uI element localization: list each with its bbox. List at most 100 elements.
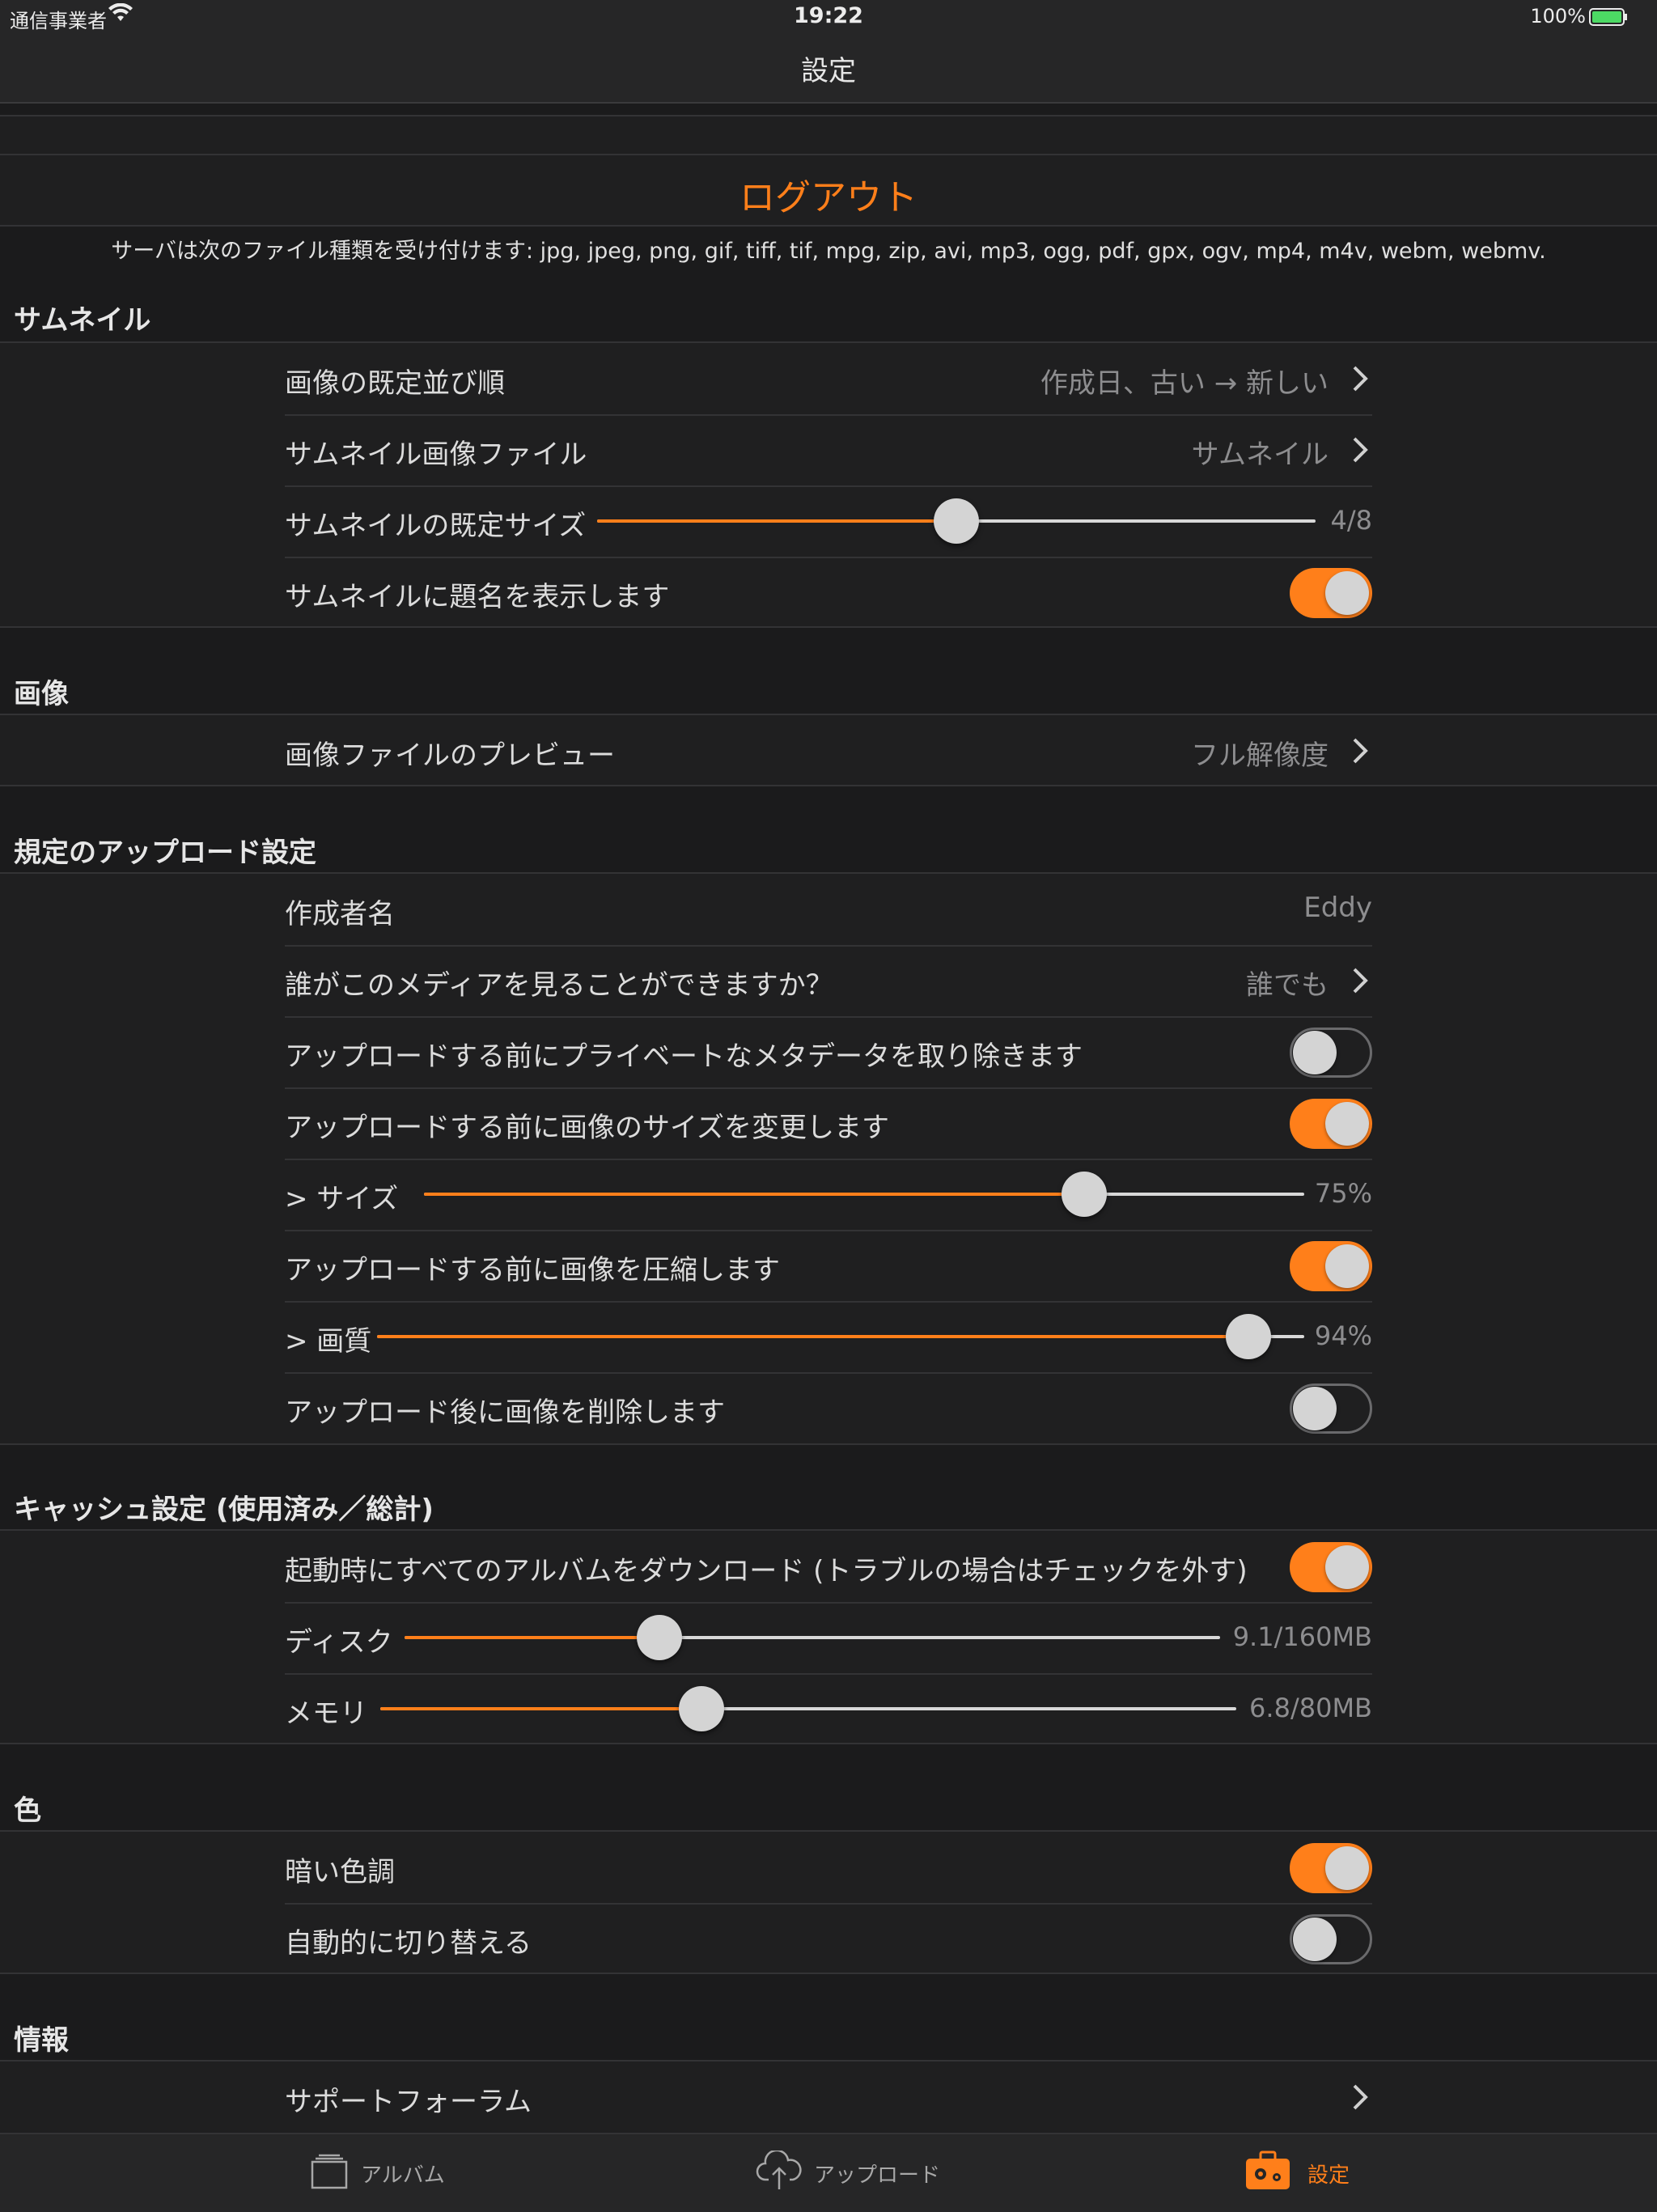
show-title-label: サムネイルに題名を表示します [285, 581, 670, 613]
chevron-right-icon [1353, 366, 1368, 392]
delete-after-upload-toggle[interactable] [1290, 1384, 1372, 1434]
tab-albums[interactable]: アルバム [311, 2134, 445, 2212]
author-row[interactable]: 作成者名 Eddy [285, 874, 1372, 947]
slider-fill [380, 1707, 701, 1710]
image-preview-row[interactable]: 画像ファイルのプレビュー フル解像度 [285, 715, 1372, 786]
page-title: 設定 [801, 55, 856, 87]
battery-percent: 100% [1530, 5, 1586, 28]
quality-value: 94% [1314, 1320, 1372, 1351]
strip-metadata-toggle[interactable] [1290, 1028, 1372, 1078]
tab-upload-label: アップロード [814, 2163, 941, 2188]
download-all-toggle[interactable] [1290, 1542, 1372, 1592]
albums-icon [311, 2154, 348, 2189]
default-sort-label: 画像の既定並び順 [285, 367, 505, 400]
image-preview-label: 画像ファイルのプレビュー [285, 739, 615, 772]
auto-switch-label: 自動的に切り替える [285, 1927, 532, 1960]
dark-mode-label: 暗い色調 [285, 1856, 395, 1888]
thumbnail-size-slider[interactable] [597, 498, 1316, 544]
logout-button[interactable]: ログアウト [0, 168, 1657, 220]
slider-knob[interactable] [678, 1686, 724, 1731]
memory-cache-row: メモリ 6.8/80MB [285, 1673, 1372, 1744]
auto-switch-row: 自動的に切り替える [285, 1903, 1372, 1974]
toggle-knob [1293, 1031, 1337, 1074]
tab-settings[interactable]: 設定 [1244, 2134, 1358, 2212]
support-forum-row[interactable]: サポートフォーラム [285, 2062, 1372, 2133]
memory-cache-value: 6.8/80MB [1249, 1693, 1372, 1723]
resize-row: アップロードする前に画像のサイズを変更します [285, 1087, 1372, 1160]
disk-cache-label: ディスク [285, 1626, 393, 1659]
status-bar: 通信事業者 19:22 100% [0, 0, 1657, 32]
cache-group: 起動時にすべてのアルバムをダウンロード (トラブルの場合はチェックを外す) ディ… [0, 1529, 1657, 1744]
toggle-knob [1325, 1545, 1369, 1589]
delete-after-upload-label: アップロード後に画像を削除します [285, 1396, 725, 1429]
dark-mode-toggle[interactable] [1290, 1843, 1372, 1893]
disk-cache-slider[interactable] [405, 1615, 1220, 1660]
privacy-label: 誰がこのメディアを見ることができますか？ [285, 969, 833, 1002]
color-group: 暗い色調 自動的に切り替える [0, 1830, 1657, 1974]
compress-row: アップロードする前に画像を圧縮します [285, 1230, 1372, 1303]
slider-fill [424, 1193, 1084, 1196]
slider-fill [597, 519, 956, 523]
default-sort-row[interactable]: 画像の既定並び順 作成日、古い → 新しい [285, 343, 1372, 416]
top-spacer-row [0, 115, 1657, 155]
tab-bar: アルバム アップロード 設定 [0, 2133, 1657, 2212]
privacy-row[interactable]: 誰がこのメディアを見ることができますか？ 誰でも [285, 945, 1372, 1018]
image-preview-value: フル解像度 [1191, 739, 1329, 772]
toggle-knob [1325, 1846, 1369, 1890]
download-all-row: 起動時にすべてのアルバムをダウンロード (トラブルの場合はチェックを外す) [285, 1531, 1372, 1604]
upload-size-slider[interactable] [424, 1172, 1304, 1217]
section-header-thumbnails: サムネイル [14, 304, 151, 337]
slider-knob[interactable] [1226, 1314, 1272, 1359]
slider-knob[interactable] [934, 498, 979, 544]
battery-icon [1589, 8, 1629, 29]
section-header-images: 画像 [14, 678, 69, 710]
compress-toggle[interactable] [1290, 1241, 1372, 1291]
auto-switch-toggle[interactable] [1290, 1914, 1372, 1964]
toggle-knob [1293, 1917, 1337, 1961]
slider-fill [405, 1636, 659, 1639]
toggle-knob [1325, 1244, 1369, 1288]
toggle-knob [1325, 1102, 1369, 1146]
disk-cache-value: 9.1/160MB [1232, 1621, 1372, 1652]
show-title-toggle[interactable] [1290, 568, 1372, 618]
section-header-color: 色 [14, 1795, 41, 1827]
slider-knob[interactable] [637, 1615, 682, 1660]
slider-fill [377, 1335, 1249, 1338]
cloud-upload-icon [756, 2151, 802, 2189]
tab-upload[interactable]: アップロード [756, 2134, 940, 2212]
images-group: 画像ファイルのプレビュー フル解像度 [0, 714, 1657, 786]
section-header-info: 情報 [14, 2024, 69, 2057]
settings-toolbox-icon [1246, 2151, 1290, 2189]
privacy-value: 誰でも [1246, 969, 1329, 1002]
quality-slider[interactable] [377, 1314, 1304, 1359]
thumbnail-size-label: サムネイルの既定サイズ [285, 510, 587, 542]
thumbnail-file-row[interactable]: サムネイル画像ファイル サムネイル [285, 414, 1372, 487]
download-all-label: 起動時にすべてのアルバムをダウンロード (トラブルの場合はチェックを外す) [285, 1555, 1248, 1587]
thumbnail-file-value: サムネイル [1191, 439, 1329, 471]
navigation-bar: 設定 [0, 32, 1657, 104]
quality-row: > 画質 94% [285, 1301, 1372, 1374]
section-header-upload: 規定のアップロード設定 [14, 837, 316, 869]
show-title-row: サムネイルに題名を表示します [285, 557, 1372, 628]
upload-size-label: > サイズ [285, 1183, 399, 1215]
author-label: 作成者名 [285, 898, 395, 930]
author-value[interactable]: Eddy [1303, 892, 1372, 924]
section-header-cache: キャッシュ設定 (使用済み／総計) [14, 1494, 434, 1526]
memory-cache-slider[interactable] [380, 1686, 1236, 1731]
upload-size-row: > サイズ 75% [285, 1159, 1372, 1231]
memory-cache-label: メモリ [285, 1697, 367, 1730]
tab-settings-label: 設定 [1307, 2163, 1350, 2188]
clock: 19:22 [794, 3, 863, 28]
compress-label: アップロードする前に画像を圧縮します [285, 1254, 780, 1286]
resize-toggle[interactable] [1290, 1099, 1372, 1149]
resize-label: アップロードする前に画像のサイズを変更します [285, 1112, 889, 1144]
strip-metadata-row: アップロードする前にプライベートなメタデータを取り除きます [285, 1016, 1372, 1089]
chevron-right-icon [1353, 968, 1368, 994]
logout-row[interactable]: ログアウト [0, 154, 1657, 227]
dark-mode-row: 暗い色調 [285, 1832, 1372, 1905]
slider-knob[interactable] [1062, 1172, 1107, 1217]
support-forum-label: サポートフォーラム [285, 2086, 532, 2118]
thumbnail-size-row: サムネイルの既定サイズ 4/8 [285, 485, 1372, 558]
chevron-right-icon [1353, 437, 1368, 463]
quality-label: > 画質 [285, 1325, 372, 1358]
